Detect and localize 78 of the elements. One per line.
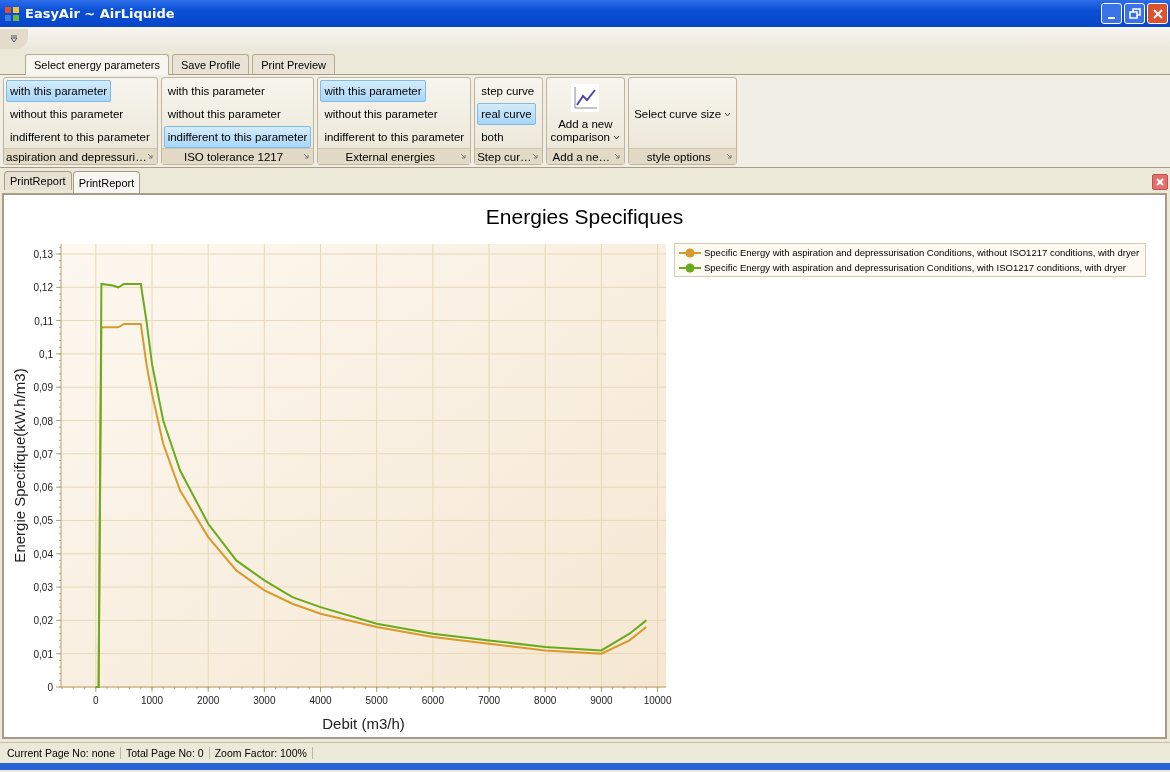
group-label: ISO tolerance 1217 — [183, 150, 285, 163]
x-tick-label: 5000 — [365, 695, 388, 706]
dialog-launcher-icon[interactable] — [726, 152, 735, 161]
option-button[interactable]: without this parameter — [320, 103, 442, 125]
x-tick-label: 7000 — [477, 695, 501, 706]
y-axis-title: Energie Specifique(kW.h/m3) — [11, 368, 28, 563]
dialog-launcher-icon[interactable] — [460, 152, 469, 161]
status-text: Total Page No: 0 — [121, 747, 210, 759]
y-tick-label: 0,06 — [33, 482, 53, 494]
caret-icon — [10, 35, 18, 43]
y-tick-label: 0,08 — [33, 415, 53, 427]
legend-text: Specific Energy with aspiration and depressurisation Conditions, without ISO1217 conditions, with dryer — [704, 247, 1140, 258]
x-tick-label: 4000 — [309, 695, 332, 706]
chart-title: Energies Specifiques — [484, 204, 685, 230]
group-label: Step cur… — [477, 150, 532, 163]
x-tick-label: 0 — [93, 695, 99, 706]
ribbon-tab[interactable]: Save Profile — [171, 54, 250, 74]
y-tick-label: 0,09 — [33, 382, 53, 394]
legend-text: Specific Energy with aspiration and depressurisation Conditions, with ISO1217 conditions, with dryer — [704, 262, 1126, 273]
x-tick-label: 3000 — [253, 695, 276, 706]
minimize-icon — [1108, 16, 1115, 19]
y-tick-label: 0,02 — [33, 615, 53, 627]
x-tick-label: 6000 — [421, 695, 444, 706]
x-tick-label: 9000 — [590, 695, 613, 706]
dialog-launcher-icon[interactable] — [531, 152, 540, 161]
option-button[interactable]: indifferent to this parameter — [6, 126, 154, 148]
group-label: Add a ne… — [551, 150, 612, 163]
close-icon[interactable] — [1152, 174, 1168, 190]
option-button[interactable]: with this parameter — [6, 80, 112, 102]
y-tick-label: 0,07 — [33, 448, 53, 460]
x-tick-label: 10000 — [643, 695, 672, 706]
option-button[interactable]: real curve — [477, 103, 536, 125]
status-text: Current Page No: none — [2, 747, 121, 759]
x-tick-label: 8000 — [534, 695, 557, 706]
caret-icon — [724, 112, 732, 118]
add-comparison-button[interactable]: Add a new comparison — [548, 82, 623, 146]
x-tick-label: 1000 — [140, 695, 164, 706]
dialog-launcher-icon[interactable] — [614, 152, 623, 161]
y-tick-label: 0,12 — [33, 282, 53, 294]
restore-icon — [1128, 7, 1141, 20]
ribbon-tab[interactable]: Select energy parameters — [25, 54, 169, 75]
group-label: aspiration and depressuri… — [6, 150, 147, 163]
y-tick-label: 0,01 — [33, 648, 53, 660]
document-tab[interactable]: PrintReport — [4, 171, 72, 190]
restore-button[interactable] — [1124, 3, 1145, 24]
dialog-launcher-icon[interactable] — [303, 152, 312, 161]
option-button[interactable]: indifferent to this parameter — [163, 126, 312, 148]
line-chart-icon — [571, 84, 600, 112]
y-tick-label: 0 — [47, 682, 53, 693]
quick-access-menu-button[interactable] — [0, 28, 28, 49]
y-tick-label: 0,03 — [33, 582, 53, 594]
group-label: style options — [645, 150, 712, 163]
status-text: Zoom Factor: 100% — [209, 747, 313, 759]
y-tick-label: 0,13 — [33, 249, 53, 260]
window-title: EasyAir ~ AirLiquide — [25, 6, 176, 21]
option-button[interactable]: step curve — [477, 80, 539, 102]
dialog-launcher-icon[interactable] — [146, 152, 155, 161]
option-button[interactable]: with this parameter — [320, 80, 426, 102]
close-icon — [1151, 7, 1164, 20]
group-label: External energies — [344, 150, 437, 163]
x-axis-title: Debit (m3/h) — [322, 715, 405, 732]
y-tick-label: 0,05 — [33, 515, 53, 527]
option-button[interactable]: both — [477, 126, 508, 148]
y-tick-label: 0,1 — [39, 348, 53, 360]
option-button[interactable]: without this parameter — [163, 103, 285, 125]
x-tick-label: 2000 — [197, 695, 220, 706]
ribbon-tab[interactable]: Print Preview — [252, 54, 336, 74]
close-button[interactable] — [1147, 3, 1168, 24]
caret-icon — [613, 135, 621, 141]
option-button[interactable]: without this parameter — [6, 103, 128, 125]
document-tab[interactable]: PrintReport — [72, 171, 141, 193]
option-button[interactable]: indifferent to this parameter — [320, 126, 469, 148]
curve-size-dropdown[interactable]: Select curve size — [631, 108, 735, 120]
y-tick-label: 0,11 — [34, 315, 53, 327]
app-icon — [4, 5, 20, 22]
option-button[interactable]: with this parameter — [163, 80, 269, 102]
y-tick-label: 0,04 — [33, 548, 53, 560]
minimize-button[interactable] — [1101, 3, 1122, 24]
